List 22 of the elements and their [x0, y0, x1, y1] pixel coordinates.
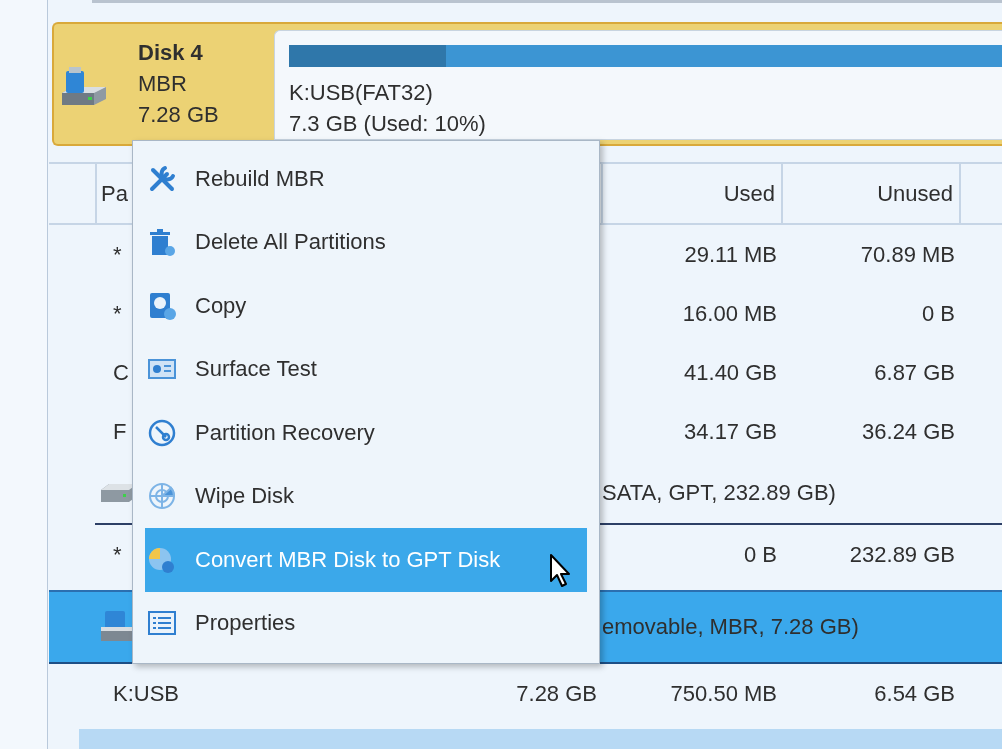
- table-cell-text: 29.11 MB: [683, 241, 778, 268]
- table-cell-text: 750.50 MB: [669, 680, 778, 707]
- table-cell-text: 70.89 MB: [859, 241, 956, 268]
- partition-info: 7.3 GB (Used: 10%): [289, 109, 487, 138]
- disk-name: Disk 4: [138, 39, 204, 68]
- table-cell-text: 6.87 GB: [873, 359, 956, 386]
- disk-info: emovable, MBR, 7.28 GB): [602, 614, 860, 640]
- table-cell-text: 232.89 GB: [848, 541, 956, 568]
- table-cell: *: [113, 241, 122, 268]
- table-cell-text: 41.40 GB: [683, 359, 778, 386]
- table-cell-text: 6.54 GB: [873, 680, 956, 707]
- table-cell-text: 16.00 MB: [681, 300, 778, 327]
- table-cell-text: 0 B: [742, 541, 778, 568]
- table-cell: K:USB: [113, 680, 180, 707]
- disk-scheme: MBR: [138, 70, 188, 99]
- table-cell-text: 36.24 GB: [861, 418, 956, 445]
- table-cell-text: 34.17 GB: [683, 418, 778, 445]
- disk-info: SATA, GPT, 232.89 GB): [602, 480, 837, 506]
- table-cell: 7.28 GB: [516, 680, 597, 707]
- table-cell-text: 0 B: [920, 300, 956, 327]
- partition-label: K:USB(FAT32): [289, 78, 434, 107]
- disk-size: 7.28 GB: [138, 101, 219, 130]
